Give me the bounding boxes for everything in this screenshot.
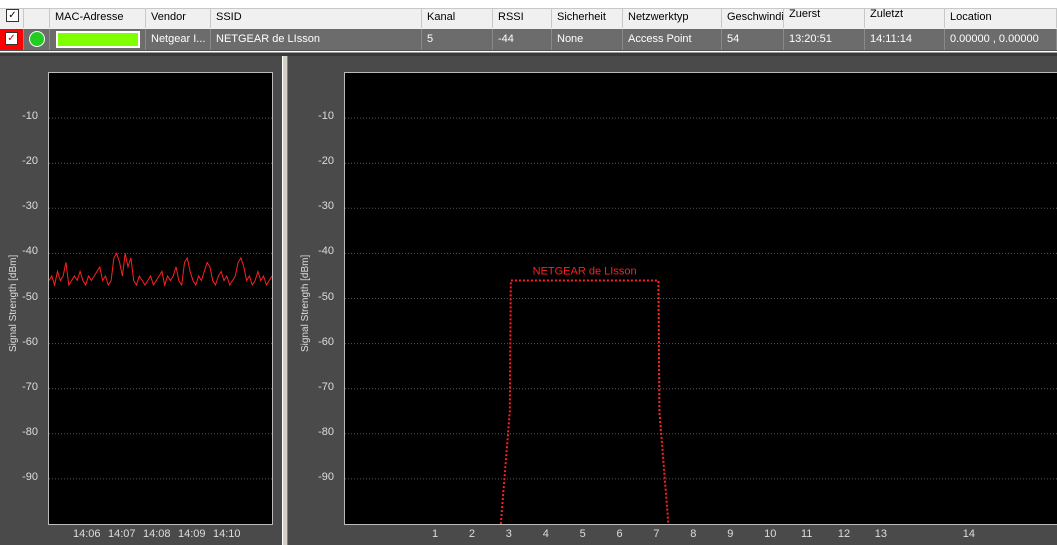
y-tick-label: -50 — [318, 290, 334, 303]
x-tick-label: 4 — [542, 528, 549, 540]
x-tick-label: 14:09 — [178, 528, 206, 540]
header-last-seen[interactable]: Zuletzt — [865, 8, 945, 28]
x-tick-label: 5 — [579, 528, 586, 540]
header-channel[interactable]: Kanal — [422, 8, 493, 28]
channel-graph-svg: NETGEAR de LIsson — [345, 117, 1057, 525]
row-status — [24, 29, 50, 50]
row-network-type: Access Point — [623, 29, 722, 50]
x-tick-label: 10 — [764, 528, 777, 540]
x-tick-label: 14:06 — [73, 528, 101, 540]
row-ssid: NETGEAR de LIsson — [211, 29, 422, 50]
header-location[interactable]: Location — [945, 8, 1057, 28]
network-channel-shape — [499, 279, 670, 525]
row-speed: 54 — [722, 29, 784, 50]
color-swatch — [56, 31, 140, 48]
y-tick-label: -90 — [22, 470, 38, 483]
row-location: 0.00000 , 0.00000 — [945, 29, 1057, 50]
x-tick-label: 12 — [837, 528, 851, 540]
x-tick-label: 3 — [505, 528, 512, 540]
y-tick-label: -20 — [318, 155, 334, 168]
row-checkbox[interactable]: ✓ — [0, 29, 24, 50]
x-tick-label: 7 — [653, 528, 660, 540]
y-tick-label: -40 — [318, 245, 334, 258]
network-table: ✓ MAC-Adresse Vendor SSID Kanal RSSI Sic… — [0, 0, 1057, 53]
x-tick-label: 9 — [727, 528, 734, 540]
row-security: None — [552, 29, 623, 50]
x-tick-label: 2 — [468, 528, 476, 540]
x-tick-label: 11 — [801, 528, 813, 540]
select-all-checkbox[interactable]: ✓ — [4, 8, 24, 28]
x-tick-label: 14:08 — [143, 528, 171, 540]
y-tick-label: -70 — [22, 380, 38, 393]
status-dot-icon — [29, 31, 45, 47]
y-tick-label: -90 — [318, 470, 334, 483]
y-tick-label: -60 — [318, 335, 334, 348]
row-channel: 5 — [422, 29, 493, 50]
y-tick-label: -10 — [22, 110, 38, 123]
y-tick-label: -60 — [22, 335, 38, 348]
y-tick-label: -30 — [318, 200, 334, 213]
y-tick-label: -30 — [22, 200, 38, 213]
header-first-seen[interactable]: Zuerst — [784, 8, 865, 28]
header-mac[interactable]: MAC-Adresse — [50, 8, 146, 28]
row-last-seen: 14:11:14 — [865, 29, 945, 50]
x-tick-label: 14:07 — [108, 528, 136, 540]
x-tick-label: 1 — [432, 528, 439, 540]
time-graph — [48, 72, 273, 525]
x-tick-label: 14 — [962, 528, 976, 540]
y-tick-label: -80 — [22, 425, 38, 438]
row-rssi: -44 — [493, 29, 552, 50]
y-tick-label: -20 — [22, 155, 38, 168]
y-tick-label: -80 — [318, 425, 334, 438]
header-speed[interactable]: Geschwindi — [722, 8, 784, 28]
channel-graph: NETGEAR de LIsson — [344, 72, 1057, 525]
header-status[interactable] — [24, 8, 50, 28]
header-vendor[interactable]: Vendor — [146, 8, 211, 28]
y-tick-label: -50 — [22, 290, 38, 303]
x-tick-label: 8 — [690, 528, 697, 540]
time-graph-svg — [48, 117, 273, 480]
y-tick-label: -10 — [318, 110, 334, 123]
header-security[interactable]: Sicherheit — [552, 8, 623, 28]
x-tick-label: 6 — [616, 528, 623, 540]
header-ssid[interactable]: SSID — [211, 8, 422, 28]
header-rssi[interactable]: RSSI — [493, 8, 552, 28]
header-network-type[interactable]: Netzwerktyp — [623, 8, 722, 28]
row-vendor: Netgear I... — [146, 29, 211, 50]
x-tick-label: 14:10 — [213, 528, 241, 540]
network-label: NETGEAR de LIsson — [533, 265, 637, 277]
y-tick-label: -40 — [22, 245, 38, 258]
signal-series-line — [48, 252, 273, 287]
x-tick-label: 13 — [874, 528, 888, 540]
y-tick-label: -70 — [318, 380, 334, 393]
checkbox-icon: ✓ — [5, 32, 18, 45]
row-mac — [50, 29, 146, 50]
row-first-seen: 13:20:51 — [784, 29, 865, 50]
checkbox-icon: ✓ — [6, 9, 19, 22]
